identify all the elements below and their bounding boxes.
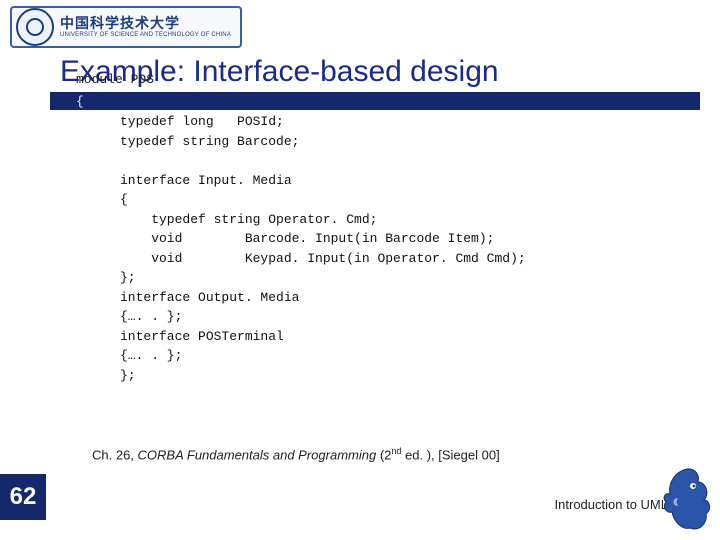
code-line: void Keypad. Input(in Operator. Cmd Cmd)… — [120, 251, 526, 266]
code-line: typedef long POSId; — [120, 114, 284, 129]
dragon-icon — [660, 464, 714, 534]
citation-ed-sup: nd — [391, 446, 401, 456]
title-underline-bar — [50, 92, 700, 110]
code-line: }; — [120, 270, 136, 285]
page-number: 62 — [0, 474, 46, 520]
code-block: typedef long POSId; typedef string Barco… — [120, 112, 526, 385]
code-line: {…. . }; — [120, 348, 182, 363]
code-line: }; — [120, 368, 136, 383]
code-module-label: module POS — [76, 72, 154, 87]
code-line: interface Output. Media — [120, 290, 299, 305]
code-line: {…. . }; — [120, 309, 182, 324]
footer-text: Introduction to UML — [555, 497, 668, 512]
citation-book: CORBA Fundamentals and Programming — [138, 447, 377, 462]
citation-prefix: Ch. 26, — [92, 447, 138, 462]
code-line: interface Input. Media — [120, 173, 292, 188]
code-line: { — [120, 192, 128, 207]
code-line: interface POSTerminal — [120, 329, 284, 344]
citation-ed-close: ed. ), [Siegel 00] — [401, 447, 499, 462]
citation: Ch. 26, CORBA Fundamentals and Programmi… — [92, 446, 500, 462]
code-line: typedef string Operator. Cmd; — [120, 212, 377, 227]
code-line: typedef string Barcode; — [120, 134, 299, 149]
logo-text: 中国科学技术大学 UNIVERSITY OF SCIENCE AND TECHN… — [60, 16, 231, 38]
slide-title-wrap: Example: Interface-based design — [60, 55, 690, 89]
code-open-brace: { — [76, 94, 84, 109]
logo-cn-text: 中国科学技术大学 — [60, 16, 231, 30]
citation-ed-open: (2 — [376, 447, 391, 462]
seal-icon — [16, 8, 54, 46]
university-logo: 中国科学技术大学 UNIVERSITY OF SCIENCE AND TECHN… — [10, 6, 242, 48]
code-line: void Barcode. Input(in Barcode Item); — [120, 231, 494, 246]
logo-en-text: UNIVERSITY OF SCIENCE AND TECHNOLOGY OF … — [60, 32, 231, 38]
